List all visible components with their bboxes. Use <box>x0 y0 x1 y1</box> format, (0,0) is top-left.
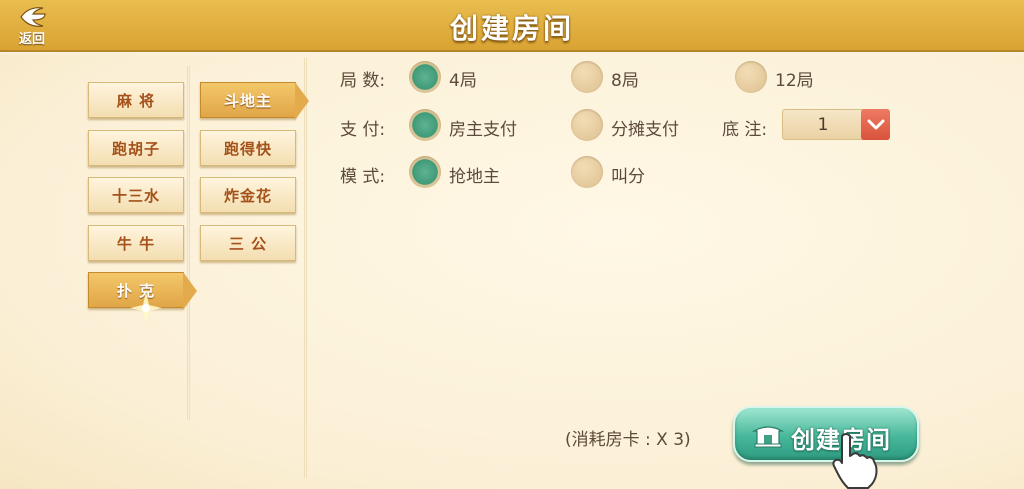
radio-mode-grab-landlord[interactable] <box>409 156 441 188</box>
payment-host-text: 房主支付 <box>449 120 517 140</box>
category-niuniu[interactable]: 牛 牛 <box>88 225 184 261</box>
radio-mode-bid-score[interactable] <box>571 156 603 188</box>
category-label: 斗地主 <box>223 91 272 110</box>
top-bar: 返回 创建房间 <box>0 0 1024 52</box>
divider-right <box>304 58 307 478</box>
category-paohuzi[interactable]: 跑胡子 <box>88 130 184 166</box>
radio-payment-host[interactable] <box>409 109 441 141</box>
pointing-hand-icon <box>832 433 878 489</box>
radio-rounds-8[interactable] <box>571 61 603 93</box>
chevron-down-icon[interactable] <box>861 109 890 140</box>
create-room-button[interactable]: 创建房间 <box>733 406 919 462</box>
payment-label: 支 付: <box>340 120 386 140</box>
category-label: 三 公 <box>228 234 268 253</box>
category-label: 跑得快 <box>223 139 272 158</box>
category-zhajinhua[interactable]: 炸金花 <box>200 177 296 213</box>
rounds-12-text: 12局 <box>775 71 814 91</box>
radio-rounds-12[interactable] <box>735 61 767 93</box>
category-mahjong[interactable]: 麻 将 <box>88 82 184 118</box>
rounds-4-text: 4局 <box>449 71 477 91</box>
rounds-label: 局 数: <box>340 71 386 91</box>
category-label: 十三水 <box>111 186 160 205</box>
mode-bid-score-text: 叫分 <box>611 167 645 187</box>
radio-rounds-4[interactable] <box>409 61 441 93</box>
payment-split-text: 分摊支付 <box>611 120 679 140</box>
category-label: 麻 将 <box>116 91 156 110</box>
base-bet-value: 1 <box>817 115 829 135</box>
house-icon <box>752 426 784 448</box>
mode-grab-landlord-text: 抢地主 <box>449 167 500 187</box>
category-paodekuai[interactable]: 跑得快 <box>200 130 296 166</box>
room-card-cost: (消耗房卡 : X 3) <box>565 430 691 450</box>
category-shisanshui[interactable]: 十三水 <box>88 177 184 213</box>
active-arrow-icon <box>295 82 309 120</box>
category-doudizhu[interactable]: 斗地主 <box>200 82 309 120</box>
page-title: 创建房间 <box>449 12 574 45</box>
active-arrow-icon <box>183 272 197 310</box>
base-bet-label: 底 注: <box>722 120 768 140</box>
category-sangong[interactable]: 三 公 <box>200 225 296 261</box>
category-label: 牛 牛 <box>116 234 156 253</box>
base-bet-dropdown[interactable]: 1 <box>782 109 890 140</box>
mode-label: 模 式: <box>340 167 386 187</box>
category-label: 跑胡子 <box>111 139 160 158</box>
divider-left <box>187 66 190 420</box>
radio-payment-split[interactable] <box>571 109 603 141</box>
sparkle-icon <box>130 292 162 324</box>
rounds-8-text: 8局 <box>611 71 639 91</box>
category-label: 炸金花 <box>223 186 272 205</box>
